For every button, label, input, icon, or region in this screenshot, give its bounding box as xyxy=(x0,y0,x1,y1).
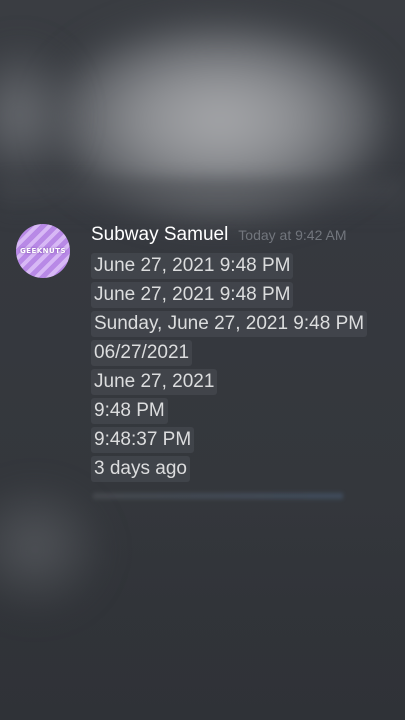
message-line: Sunday, June 27, 2021 9:48 PM xyxy=(91,310,391,339)
avatar[interactable]: GEEKNUTS xyxy=(16,224,70,278)
message-line: 06/27/2021 xyxy=(91,339,391,368)
timestamp-chip[interactable]: 3 days ago xyxy=(91,456,190,482)
avatar-logo-text: GEEKNUTS xyxy=(19,247,67,255)
message-content: June 27, 2021 9:48 PM June 27, 2021 9:48… xyxy=(91,252,391,484)
username[interactable]: Subway Samuel xyxy=(91,224,228,246)
blurred-next-line xyxy=(93,493,343,499)
timestamp-chip[interactable]: Sunday, June 27, 2021 9:48 PM xyxy=(91,311,368,337)
timestamp-chip[interactable]: June 27, 2021 xyxy=(91,369,218,395)
message-line: June 27, 2021 9:48 PM xyxy=(91,252,391,281)
message-timestamp[interactable]: Today at 9:42 AM xyxy=(238,227,346,243)
message-line: 9:48:37 PM xyxy=(91,426,391,455)
blurred-chat-background: GEEKNUTS Subway Samuel Today at 9:42 AM … xyxy=(0,0,405,720)
timestamp-chip[interactable]: 9:48:37 PM xyxy=(91,427,195,453)
message-header: Subway Samuel Today at 9:42 AM xyxy=(91,224,346,246)
message-line: June 27, 2021 9:48 PM xyxy=(91,281,391,310)
blurred-shape xyxy=(0,40,80,190)
message-line: 3 days ago xyxy=(91,455,391,484)
bottom-fade-overlay xyxy=(0,500,405,720)
timestamp-chip[interactable]: 06/27/2021 xyxy=(91,340,193,366)
message-line: 9:48 PM xyxy=(91,397,391,426)
blurred-divider xyxy=(0,180,405,220)
timestamp-chip[interactable]: June 27, 2021 9:48 PM xyxy=(91,253,294,279)
timestamp-chip[interactable]: June 27, 2021 9:48 PM xyxy=(91,282,294,308)
message-line: June 27, 2021 xyxy=(91,368,391,397)
timestamp-chip[interactable]: 9:48 PM xyxy=(91,398,168,424)
